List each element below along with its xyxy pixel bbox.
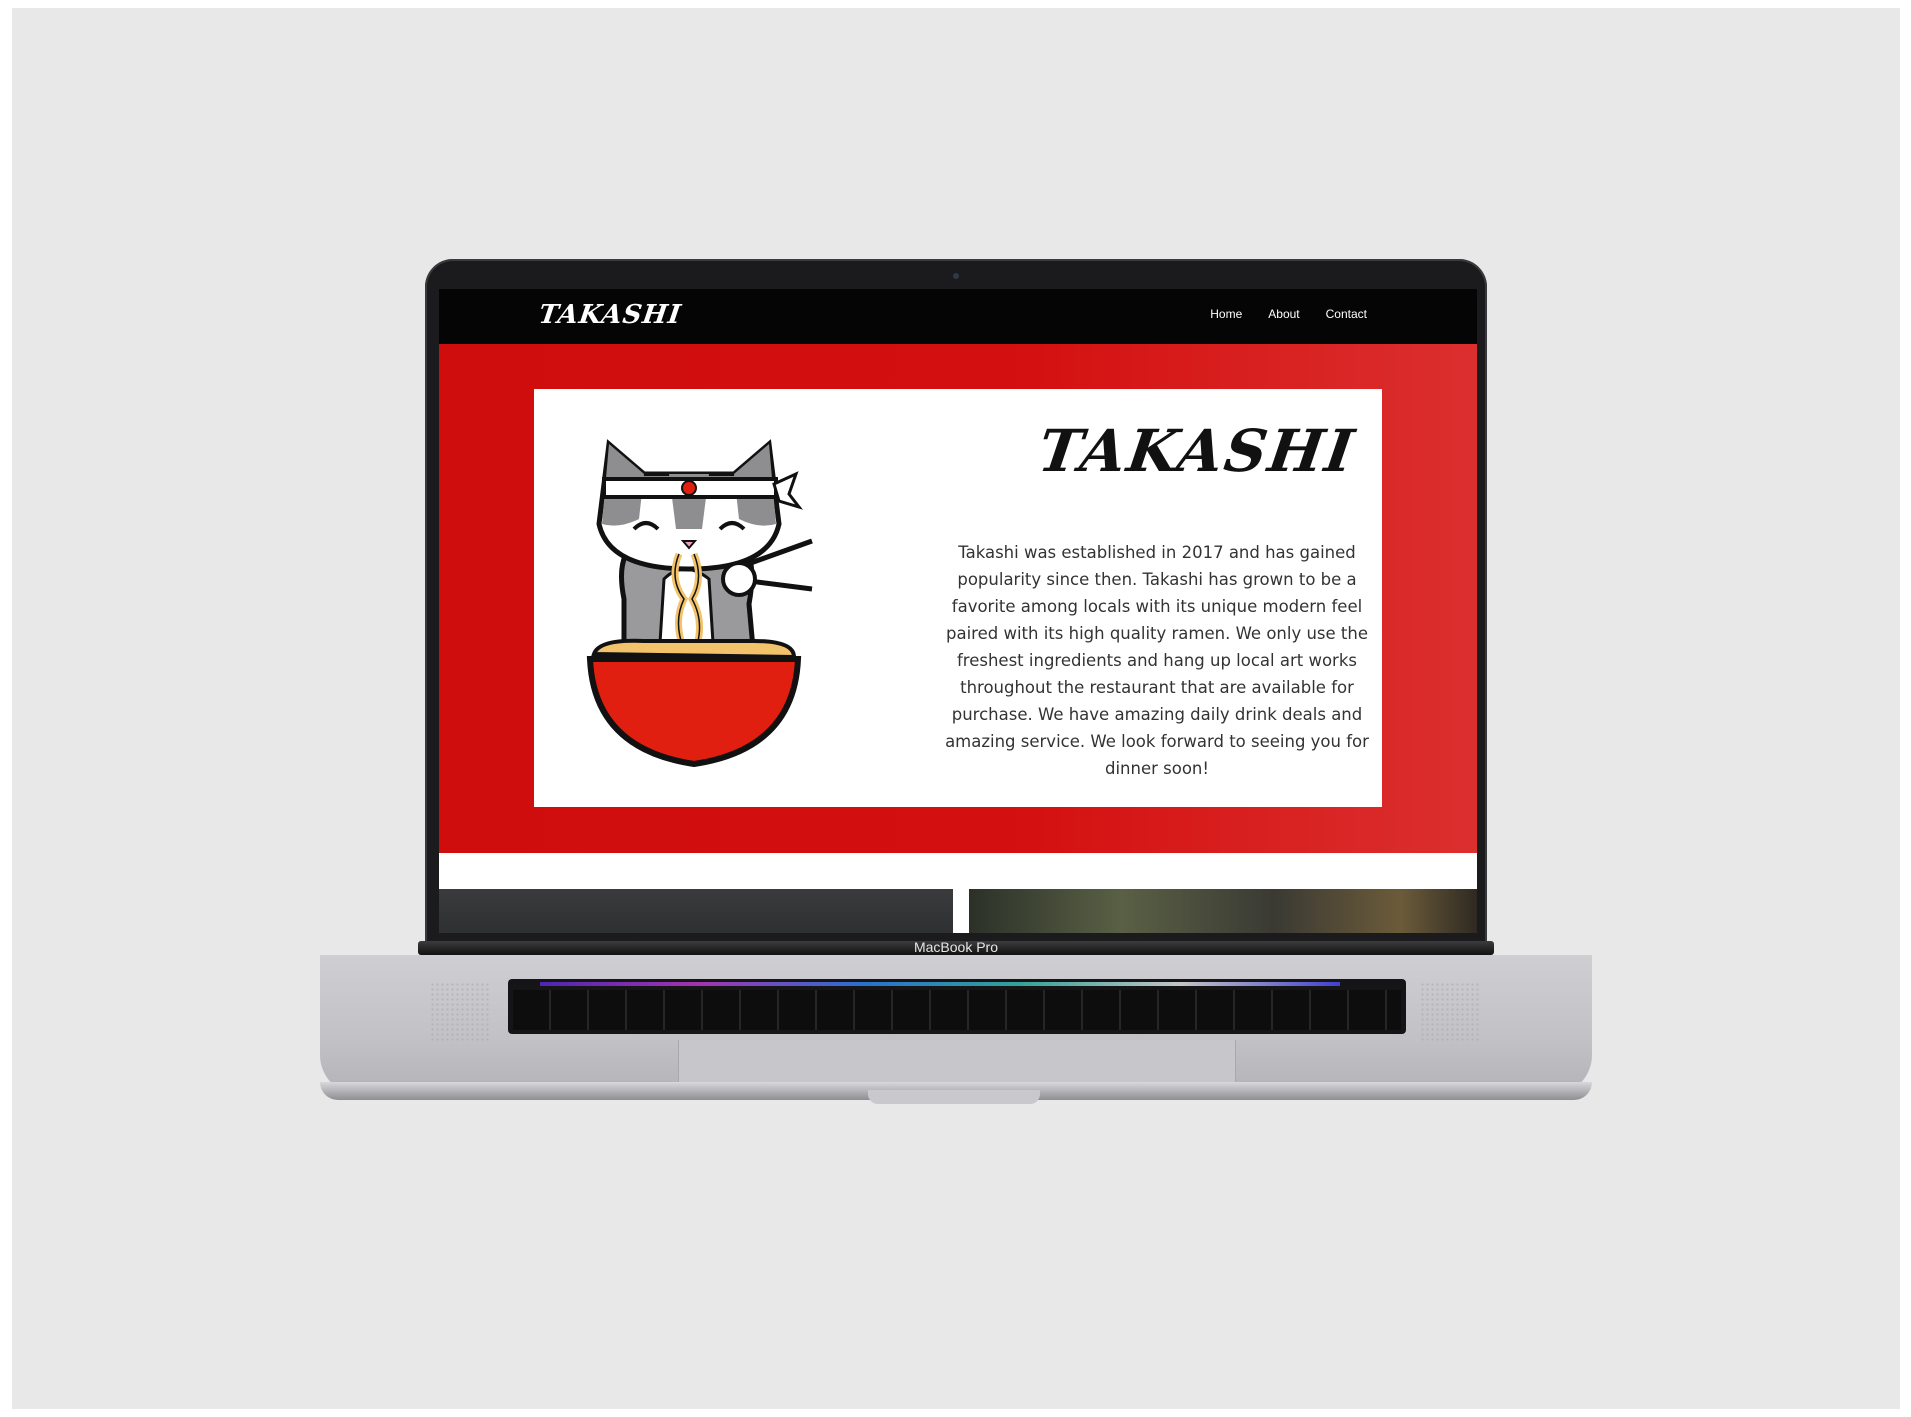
lid-notch [868, 1090, 1040, 1104]
keyboard-keys [513, 990, 1401, 1030]
gallery-photo[interactable] [969, 889, 1477, 933]
hero-title: TAKASHI [1034, 417, 1360, 485]
nav-link-contact[interactable]: Contact [1326, 307, 1367, 321]
nav-link-home[interactable]: Home [1210, 307, 1242, 321]
site-navbar: TAKASHI Home About Contact [439, 289, 1477, 344]
speaker-grille-left [430, 982, 490, 1042]
site-logo[interactable]: TAKASHI [537, 300, 684, 330]
device-label: MacBook Pro [913, 939, 999, 955]
hero-description: Takashi was established in 2017 and has … [945, 543, 1369, 778]
cat-eating-ramen-icon [586, 439, 813, 768]
gallery-photo[interactable] [439, 889, 953, 933]
hero-section: TAKASHI Takashi was established in 2017 … [439, 344, 1477, 853]
section-divider [439, 853, 1477, 889]
camera-icon [953, 273, 959, 279]
laptop-hinge: MacBook Pro [418, 939, 1494, 955]
nav-links: Home About Contact [1210, 307, 1367, 321]
touch-bar [540, 982, 1340, 986]
speaker-grille-right [1420, 982, 1480, 1042]
laptop-screen: TAKASHI Home About Contact TAKASHI Takas… [439, 289, 1477, 933]
hero-card: TAKASHI Takashi was established in 2017 … [534, 389, 1382, 807]
nav-link-about[interactable]: About [1268, 307, 1299, 321]
